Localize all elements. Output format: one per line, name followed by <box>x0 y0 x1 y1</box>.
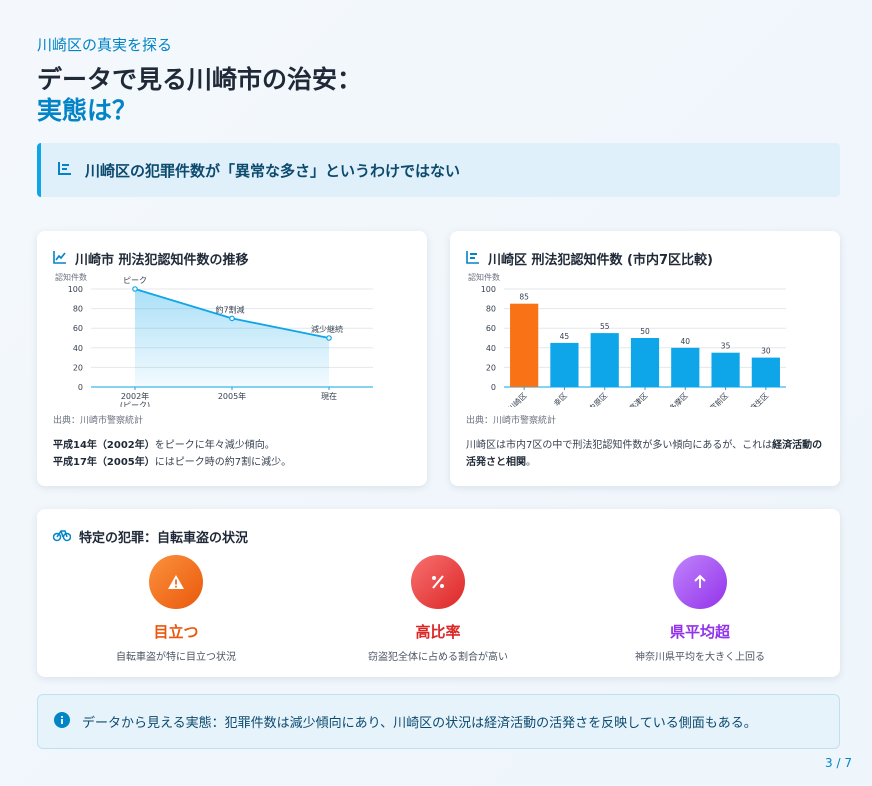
info-icon <box>54 711 70 732</box>
insight-text: データから見える実態：犯罪件数は減少傾向にあり、川崎区の状況は経済活動の活発さを… <box>82 716 757 731</box>
warning-icon <box>149 555 203 609</box>
x-tick-label: 高津区 <box>626 390 649 407</box>
bar-value-label: 50 <box>640 327 650 336</box>
y-tick-label: 80 <box>486 305 496 314</box>
y-tick-label: 20 <box>73 363 83 372</box>
bar-value-label: 45 <box>560 332 570 341</box>
bar-value-label: 30 <box>761 347 771 356</box>
x-tick-label: 2005年 <box>218 391 246 401</box>
bicycle-icon <box>52 528 72 546</box>
y-tick-label: 0 <box>491 383 496 392</box>
data-point <box>132 286 138 292</box>
y-tick-label: 40 <box>486 344 496 353</box>
bar-value-label: 40 <box>681 337 691 346</box>
point-annotation: ピーク <box>123 276 147 285</box>
insight-note: データから見える実態：犯罪件数は減少傾向にあり、川崎区の状況は経済活動の活発さを… <box>37 694 840 749</box>
bar <box>550 342 579 387</box>
data-point <box>326 335 332 341</box>
x-tick-label: 麻生区 <box>747 390 770 407</box>
point-annotation: 約7割減 <box>215 304 244 314</box>
title-line1: データで見る川崎市の治安： <box>37 65 363 94</box>
ward-card-title: 川崎区 刑法犯認知件数 (市内7区比較) <box>466 249 713 268</box>
headline-banner: 川崎区の犯罪件数が「異常な多さ」というわけではない <box>37 143 840 197</box>
stat-above-average: 県平均超 神奈川県平均を大きく上回る <box>570 555 830 663</box>
bar-value-label: 85 <box>519 293 529 302</box>
y-tick-label: 20 <box>486 363 496 372</box>
y-axis-label: 認知件数 <box>468 272 500 282</box>
x-tick-label: 宮前区 <box>707 390 730 407</box>
bar <box>711 352 740 387</box>
x-tick-label: 川崎区 <box>506 390 529 407</box>
arrow-up-icon <box>673 555 727 609</box>
bar <box>510 303 539 387</box>
y-axis-label: 認知件数 <box>55 272 87 282</box>
y-tick-label: 0 <box>78 383 83 392</box>
y-tick-label: 100 <box>68 285 83 294</box>
y-tick-label: 40 <box>73 344 83 353</box>
bicycle-theft-card: 特定の犯罪：自転車盗の状況 目立つ 自転車盗が特に目立つ状況 高比率 窃盗犯全体… <box>37 509 840 677</box>
ward-chart: 認知件数 0 20 40 60 80 100 85 川崎区 45 幸区 55 中原区 50 高津区 40 多摩区… <box>468 272 786 407</box>
title-line2: 実態は？ <box>37 96 138 125</box>
stat-above-average-value: 県平均超 <box>669 623 730 641</box>
bar <box>590 333 619 387</box>
x-tick-label: 幸区 <box>552 391 569 407</box>
ward-description: 川崎区は市内7区の中で刑法犯認知件数が多い傾向にあるが、これは経済活動の活発さと… <box>466 440 823 468</box>
bar <box>751 357 780 387</box>
x-tick-label: 2002年 <box>121 391 149 401</box>
trend-chart: 認知件数 0 20 40 60 80 100 ピーク 2002年(ピーク) 約7割減 2005年 減少… <box>55 272 373 407</box>
ward-card: 川崎区 刑法犯認知件数 (市内7区比較) 認知件数 0 20 40 60 80 100 85 川… <box>450 231 840 486</box>
page-title: データで見る川崎市の治安： 実態は？ <box>37 64 362 126</box>
line-chart-icon <box>53 250 67 268</box>
trend-source: 出典：川崎市警察統計 <box>53 416 144 426</box>
x-tick-label: (ピーク) <box>120 401 150 407</box>
stat-prominent: 目立つ 自転車盗が特に目立つ状況 <box>46 555 306 663</box>
banner-text: 川崎区の犯罪件数が「異常な多さ」というわけではない <box>85 161 461 180</box>
percent-icon <box>411 555 465 609</box>
x-tick-label: 中原区 <box>586 390 609 407</box>
trend-card: 川崎市 刑法犯認知件数の推移 認知件数 0 20 40 60 80 100 ピーク 2002年(… <box>37 231 427 486</box>
x-tick-label: 多摩区 <box>667 390 690 407</box>
stat-prominent-label: 自転車盗が特に目立つ状況 <box>116 652 236 663</box>
kicker: 川崎区の真実を探る <box>37 36 173 54</box>
bar-chart-icon <box>466 250 480 268</box>
bar-value-label: 55 <box>600 322 610 331</box>
stat-prominent-value: 目立つ <box>153 623 199 641</box>
stat-above-average-label: 神奈川県平均を大きく上回る <box>635 652 765 663</box>
slide: 川崎区の真実を探る データで見る川崎市の治安： 実態は？ 川崎区の犯罪件数が「異… <box>0 0 872 786</box>
stat-ratio: 高比率 窃盗犯全体に占める割合が高い <box>308 555 568 663</box>
ward-source: 出典：川崎市警察統計 <box>466 416 557 426</box>
bar-value-label: 35 <box>721 342 731 351</box>
trend-description: 平成14年（2002年）をピークに年々減少傾向。 平成17年（2005年）にはピ… <box>53 440 292 468</box>
point-annotation: 減少継続 <box>311 324 343 334</box>
bar <box>630 338 660 387</box>
bicycle-theft-title: 特定の犯罪：自転車盗の状況 <box>52 527 248 546</box>
y-tick-label: 60 <box>486 324 496 333</box>
x-tick-label: 現在 <box>321 391 337 401</box>
stat-ratio-label: 窃盗犯全体に占める割合が高い <box>368 652 508 663</box>
y-tick-label: 80 <box>73 305 83 314</box>
bar-chart-icon <box>57 160 73 180</box>
data-point <box>229 315 235 322</box>
bar <box>671 347 700 387</box>
trend-card-title: 川崎市 刑法犯認知件数の推移 <box>53 249 249 268</box>
y-tick-label: 100 <box>481 285 496 294</box>
y-tick-label: 60 <box>73 324 83 333</box>
stat-ratio-value: 高比率 <box>415 623 461 641</box>
stats-row: 目立つ 自転車盗が特に目立つ状況 高比率 窃盗犯全体に占める割合が高い 県平均超… <box>37 555 840 665</box>
area-fill <box>135 289 329 387</box>
page-indicator: 3 / 7 <box>825 756 852 770</box>
